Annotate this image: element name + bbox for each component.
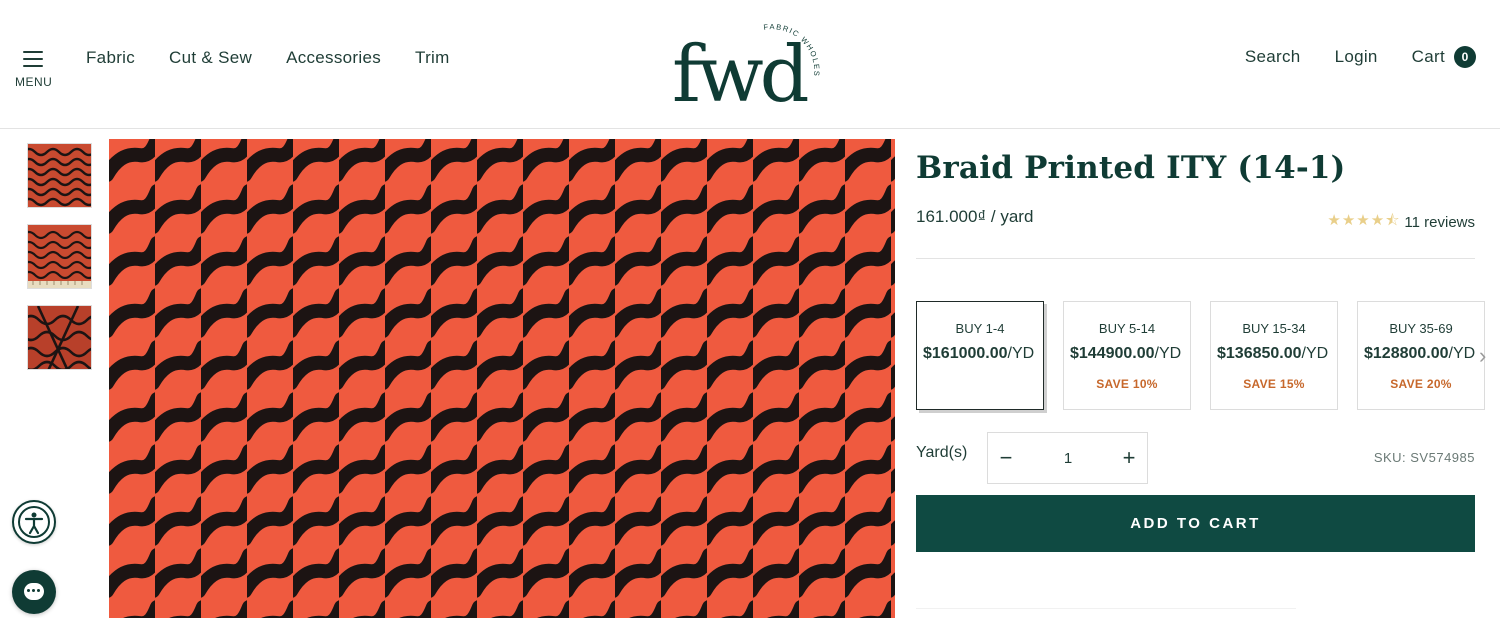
- tier-qty: BUY 5-14: [1098, 321, 1156, 336]
- product-price: 161.000₫ / yard: [916, 207, 1034, 226]
- site-header: MENU Fabric Cut & Sew Accessories Trim f…: [0, 0, 1500, 129]
- thumbnail-1[interactable]: [27, 143, 92, 208]
- product-sku: SKU: SV574985: [1373, 450, 1475, 465]
- increase-quantity-button[interactable]: +: [1114, 443, 1144, 473]
- decrease-quantity-button[interactable]: −: [991, 443, 1021, 473]
- tier-card-2[interactable]: BUY 5-14 $144900.00/YD SAVE 10%: [1063, 301, 1191, 410]
- tier-card-1[interactable]: BUY 1-4 $161000.00/YD: [916, 301, 1044, 410]
- product-title: Braid Printed ITY (14-1): [916, 150, 1346, 186]
- add-to-cart-button[interactable]: ADD TO CART: [916, 495, 1475, 552]
- tier-qty: BUY 1-4: [955, 321, 1005, 336]
- cart-link[interactable]: Cart: [1412, 47, 1445, 67]
- rating-summary[interactable]: ★★★★⯪ 11 reviews: [1327, 210, 1475, 235]
- search-link[interactable]: Search: [1245, 47, 1301, 67]
- menu-label: MENU: [15, 75, 53, 89]
- tier-card-3[interactable]: BUY 15-34 $136850.00/YD SAVE 15%: [1210, 301, 1338, 410]
- accessibility-icon: [18, 506, 50, 538]
- tier-price: $144900.00/YD: [1070, 345, 1182, 362]
- nav-fabric[interactable]: Fabric: [86, 48, 135, 68]
- main-product-image[interactable]: [109, 139, 895, 618]
- tier-price: $161000.00/YD: [923, 345, 1035, 362]
- nav-cut-and-sew[interactable]: Cut & Sew: [169, 48, 252, 68]
- fwd-logo[interactable]: fwd FABRIC WHOLESALE DIRECT: [672, 6, 837, 116]
- menu-button[interactable]: MENU: [14, 48, 54, 92]
- quantity-input[interactable]: [1028, 446, 1108, 470]
- quantity-stepper: − +: [987, 432, 1148, 484]
- tier-qty: BUY 15-34: [1242, 321, 1306, 336]
- divider: [916, 608, 1296, 609]
- nav-accessories[interactable]: Accessories: [286, 48, 381, 68]
- hamburger-icon: [23, 51, 43, 67]
- tier-save: SAVE 10%: [1096, 377, 1158, 391]
- tier-qty: BUY 35-69: [1389, 321, 1453, 336]
- tier-save: SAVE 15%: [1243, 377, 1305, 391]
- divider: [916, 258, 1475, 259]
- tier-price: $136850.00/YD: [1217, 345, 1329, 362]
- nav-trim[interactable]: Trim: [415, 48, 450, 68]
- accessibility-button[interactable]: [12, 500, 56, 544]
- login-link[interactable]: Login: [1335, 47, 1378, 67]
- quantity-label: Yard(s): [916, 444, 968, 461]
- tier-card-4[interactable]: BUY 35-69 $128800.00/YD SAVE 20%: [1357, 301, 1485, 410]
- chevron-right-icon[interactable]: ›: [1479, 344, 1497, 368]
- tier-save: SAVE 20%: [1390, 377, 1452, 391]
- thumbnail-2[interactable]: [27, 224, 92, 289]
- thumbnail-3[interactable]: [27, 305, 92, 370]
- tier-price: $128800.00/YD: [1364, 345, 1476, 362]
- svg-text:fwd: fwd: [672, 30, 808, 116]
- bulk-pricing-tiers: BUY 1-4 $161000.00/YD BUY 5-14 $144900.0…: [916, 301, 1500, 413]
- cart-count-badge[interactable]: 0: [1454, 46, 1476, 68]
- account-nav: Search Login Cart 0: [1245, 46, 1476, 68]
- reviews-count[interactable]: 11 reviews: [1404, 214, 1475, 231]
- chat-button[interactable]: [12, 570, 56, 614]
- star-rating-icon: ★★★★⯪: [1327, 212, 1401, 229]
- main-nav: Fabric Cut & Sew Accessories Trim: [86, 48, 450, 68]
